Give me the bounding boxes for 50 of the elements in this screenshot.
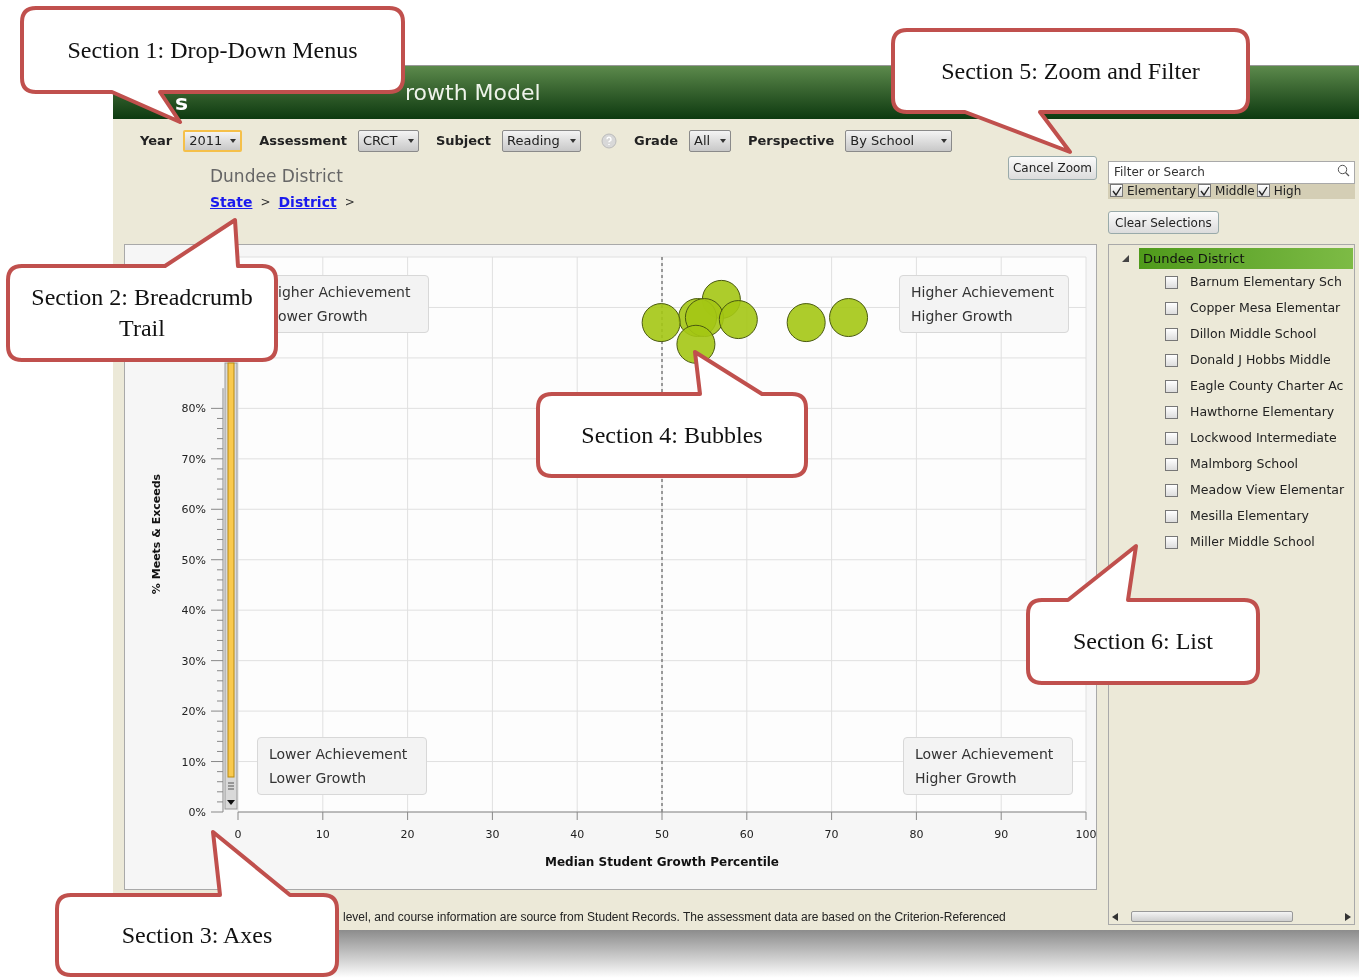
checkbox-label: Middle — [1215, 182, 1255, 200]
x-tick-label: 70 — [824, 828, 839, 841]
x-tick-label: 10 — [315, 828, 330, 841]
y-tick-label: 20% — [181, 705, 206, 719]
app-title: rowth Model — [405, 79, 541, 107]
callout-text: Section 6: List — [1073, 627, 1213, 656]
quadrant-text: igher Achievement — [278, 283, 412, 302]
callout-text: Section 5: Zoom and Filter — [941, 56, 1200, 86]
breadcrumb-separator: > — [344, 194, 355, 211]
callout-text: Section 2: Breadcrumb Trail — [30, 283, 254, 343]
checkbox-label: High — [1273, 182, 1302, 200]
quadrant-text: Higher Achievement — [911, 283, 1055, 302]
quadrant-text: Lower Growth — [269, 769, 368, 788]
checkbox-label: Elementary — [1127, 182, 1197, 200]
x-tick-label: 100 — [1075, 828, 1097, 841]
dropdown-label: Assessment — [259, 132, 347, 151]
logo-text: s — [175, 92, 189, 114]
y-tick-label: 60% — [181, 503, 206, 517]
footer-note: level, and course information are source from Student Records. The assessment data are based on the Criterion-Referenced — [343, 910, 1006, 924]
quadrant-text: Lower Achievement — [269, 745, 409, 764]
callout-text: Section 3: Axes — [121, 920, 273, 950]
district-heading: Dundee District — [210, 165, 344, 188]
x-tick-label: 50 — [655, 828, 669, 841]
y-tick-label: 30% — [181, 654, 206, 668]
dropdown-label: Perspective — [748, 132, 835, 151]
y-tick-label: 10% — [181, 755, 206, 769]
x-tick-label: 80 — [909, 828, 924, 841]
dropdown-label: Year — [140, 132, 173, 151]
y-tick-label: 40% — [181, 604, 206, 618]
quadrant-text: Higher Growth — [911, 307, 1014, 326]
y-axis-title: % Meets & Exceeds — [150, 473, 163, 595]
callout-text: Section 1: Drop-Down Menus — [67, 35, 358, 65]
x-tick-label: 20 — [400, 828, 415, 841]
dropdown-label: Grade — [634, 132, 678, 151]
breadcrumb-separator: > — [260, 194, 271, 211]
y-tick-label: 70% — [181, 452, 206, 466]
x-tick-label: 30 — [485, 828, 500, 841]
quadrant-text: ower Growth — [278, 307, 369, 326]
x-tick-label: 0 — [234, 828, 242, 841]
y-tick-label: 50% — [181, 553, 206, 567]
x-axis-title: Median Student Growth Percentile — [545, 855, 779, 869]
y-tick-label: 0% — [188, 806, 206, 819]
x-tick-label: 40 — [570, 828, 585, 841]
x-tick-label: 90 — [994, 828, 1009, 841]
callout-text: Section 4: Bubbles — [581, 420, 763, 450]
y-tick-label: 80% — [181, 402, 206, 416]
dropdown-label: Subject — [435, 132, 492, 151]
quadrant-text: Lower Achievement — [915, 745, 1055, 764]
quadrant-text: Higher Growth — [915, 769, 1018, 788]
x-tick-label: 60 — [739, 828, 754, 841]
